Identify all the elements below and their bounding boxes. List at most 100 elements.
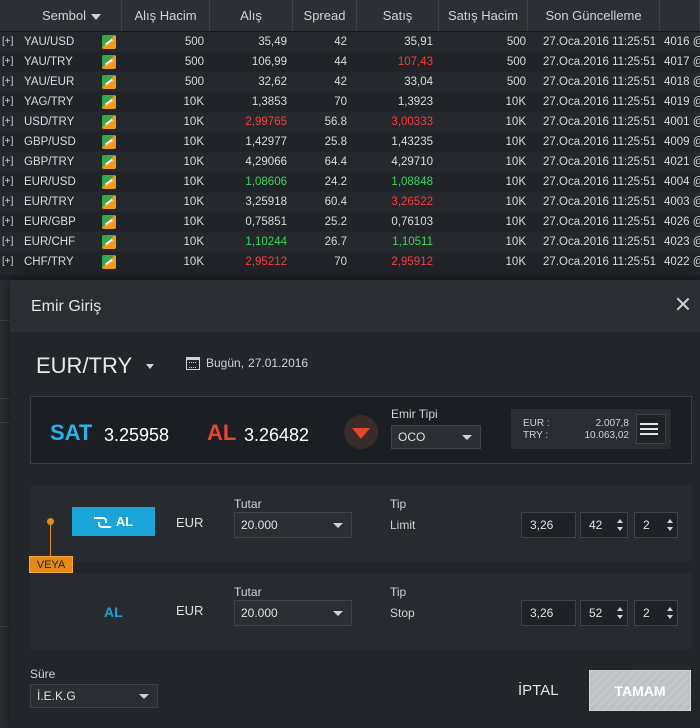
duration-dropdown[interactable]: İ.E.K.G	[30, 684, 158, 708]
expand-toggle[interactable]: [+]	[0, 192, 22, 212]
chart-icon[interactable]	[96, 192, 122, 212]
price-frac-stepper[interactable]: 2	[634, 600, 678, 626]
table-row[interactable]: [+] GBP/TRY 10K 4,29066 64.4 4,29710 10K 27.Oca…	[0, 152, 700, 172]
chevron-down-icon	[146, 363, 155, 369]
ask-cell[interactable]: 107,43	[357, 52, 439, 72]
bid-cell[interactable]: 2,99765	[210, 112, 293, 132]
bid-cell[interactable]: 1,10244	[210, 232, 293, 252]
expand-toggle[interactable]: [+]	[0, 212, 22, 232]
ask-cell[interactable]: 3,00333	[357, 112, 439, 132]
ask-cell[interactable]: 3,26522	[357, 192, 439, 212]
chart-icon[interactable]	[96, 152, 122, 172]
chart-icon[interactable]	[96, 72, 122, 92]
expand-toggle[interactable]: [+]	[0, 72, 22, 92]
expand-toggle[interactable]: [+]	[0, 52, 22, 72]
ok-button[interactable]: TAMAM	[589, 670, 691, 711]
chart-icon	[102, 35, 116, 49]
price-major-input[interactable]: 3,26	[521, 600, 576, 626]
chart-icon[interactable]	[96, 132, 122, 152]
table-row[interactable]: [+] USD/TRY 10K 2,99765 56.8 3,00333 10K 27.Oca…	[0, 112, 700, 132]
ask-cell[interactable]: 1,43235	[357, 132, 439, 152]
spread-cell: 25.2	[324, 216, 347, 228]
table-row[interactable]: [+] YAU/EUR 500 32,62 42 33,04 500 27.Oca.2016 …	[0, 72, 700, 92]
header-symbol[interactable]: Sembol	[22, 0, 122, 31]
bid-cell[interactable]: 2,95212	[210, 252, 293, 272]
bid-cell[interactable]: 32,62	[210, 72, 293, 92]
bid-cell[interactable]: 1,08606	[210, 172, 293, 192]
table-row[interactable]: [+] YAU/TRY 500 106,99 44 107,43 500 27.Oca.201…	[0, 52, 700, 72]
ask-cell[interactable]: 4,29710	[357, 152, 439, 172]
expand-toggle[interactable]: [+]	[0, 172, 22, 192]
bid-cell[interactable]: 4,29066	[210, 152, 293, 172]
price-pips-stepper[interactable]: 52	[580, 600, 628, 626]
header-spread[interactable]: Spread	[293, 0, 357, 31]
table-row[interactable]: [+] GBP/USD 10K 1,42977 25.8 1,43235 10K 27.Oca…	[0, 132, 700, 152]
expand-toggle[interactable]: [+]	[0, 112, 22, 132]
expand-toggle[interactable]: [+]	[0, 152, 22, 172]
stepper-arrows[interactable]	[613, 513, 627, 537]
stepper-arrows[interactable]	[663, 513, 677, 537]
side-toggle-button[interactable]: AL	[72, 507, 155, 536]
price-pips-stepper[interactable]: 42	[580, 512, 628, 538]
header-ask-volume[interactable]: Satış Hacim	[439, 0, 528, 31]
table-row[interactable]: [+] EUR/CHF 10K 1,10244 26.7 1,10511 10K 27.Oca…	[0, 232, 700, 252]
expand-toggle[interactable]: [+]	[0, 252, 22, 272]
ask-cell[interactable]: 1,08848	[357, 172, 439, 192]
id-cell: 4023 @2	[664, 236, 700, 248]
table-row[interactable]: [+] YAU/USD 500 35,49 42 35,91 500 27.Oca.2016 …	[0, 32, 700, 52]
stepper-arrows[interactable]	[613, 601, 627, 625]
ask-cell[interactable]: 35,91	[357, 32, 439, 52]
header-last-update[interactable]: Son Güncelleme	[528, 0, 660, 31]
bid-cell[interactable]: 1,3853	[210, 92, 293, 112]
chart-icon[interactable]	[96, 92, 122, 112]
symbol-cell: YAU/TRY	[24, 56, 73, 68]
bid-volume-cell: 10K	[183, 176, 204, 188]
bid-cell[interactable]: 1,42977	[210, 132, 293, 152]
expand-toggle[interactable]: [+]	[0, 132, 22, 152]
ask-cell[interactable]: 0,76103	[357, 212, 439, 232]
price-major-input[interactable]: 3,26	[521, 512, 576, 538]
chevron-down-icon	[139, 694, 149, 699]
id-cell: 4003 @2	[664, 196, 700, 208]
symbol-dropdown[interactable]: EUR/TRY	[36, 353, 155, 379]
bid-cell[interactable]: 106,99	[210, 52, 293, 72]
list-button[interactable]	[636, 414, 666, 444]
ask-cell[interactable]: 1,3923	[357, 92, 439, 112]
table-row[interactable]: [+] YAG/TRY 10K 1,3853 70 1,3923 10K 27.Oca.201…	[0, 92, 700, 112]
table-row[interactable]: [+] EUR/TRY 10K 3,25918 60.4 3,26522 10K 27.Oca…	[0, 192, 700, 212]
chart-icon[interactable]	[96, 52, 122, 72]
expand-toggle[interactable]: [+]	[0, 92, 22, 112]
ask-cell[interactable]: 2,95912	[357, 252, 439, 272]
amount-dropdown[interactable]: 20.000	[234, 512, 352, 538]
stepper-arrows[interactable]	[663, 601, 677, 625]
expand-toggle[interactable]: [+]	[0, 32, 22, 52]
bid-cell[interactable]: 3,25918	[210, 192, 293, 212]
expand-toggle[interactable]: [+]	[0, 232, 22, 252]
bid-cell[interactable]: 0,75851	[210, 212, 293, 232]
order-type-dropdown[interactable]: OCO	[391, 425, 481, 449]
symbol-cell: CHF/TRY	[24, 256, 74, 268]
chart-icon[interactable]	[96, 232, 122, 252]
ask-cell[interactable]: 1,10511	[357, 232, 439, 252]
chart-icon[interactable]	[96, 112, 122, 132]
table-row[interactable]: [+] EUR/GBP 10K 0,75851 25.2 0,76103 10K 27.Oca…	[0, 212, 700, 232]
type-value: Stop	[390, 606, 415, 620]
chart-icon[interactable]	[96, 172, 122, 192]
close-icon[interactable]	[674, 295, 692, 313]
chart-icon[interactable]	[96, 252, 122, 272]
price-frac-stepper[interactable]: 2	[634, 512, 678, 538]
chart-icon[interactable]	[96, 212, 122, 232]
table-row[interactable]: [+] EUR/USD 10K 1,08606 24.2 1,08848 10K 27.Oca…	[0, 172, 700, 192]
ask-cell[interactable]: 33,04	[357, 72, 439, 92]
header-bid[interactable]: Alış	[210, 0, 293, 31]
spread-cell: 26.7	[324, 236, 347, 248]
arrow-up-icon	[667, 519, 673, 523]
table-row[interactable]: [+] CHF/TRY 10K 2,95212 70 2,95912 10K 27.Oca.2…	[0, 252, 700, 272]
amount-dropdown[interactable]: 20.000	[234, 600, 352, 626]
direction-down-icon[interactable]	[344, 415, 378, 449]
cancel-button[interactable]: İPTAL	[518, 682, 559, 699]
chart-icon[interactable]	[96, 32, 122, 52]
header-bid-volume[interactable]: Alış Hacim	[122, 0, 210, 31]
header-ask[interactable]: Satış	[357, 0, 439, 31]
bid-cell[interactable]: 35,49	[210, 32, 293, 52]
